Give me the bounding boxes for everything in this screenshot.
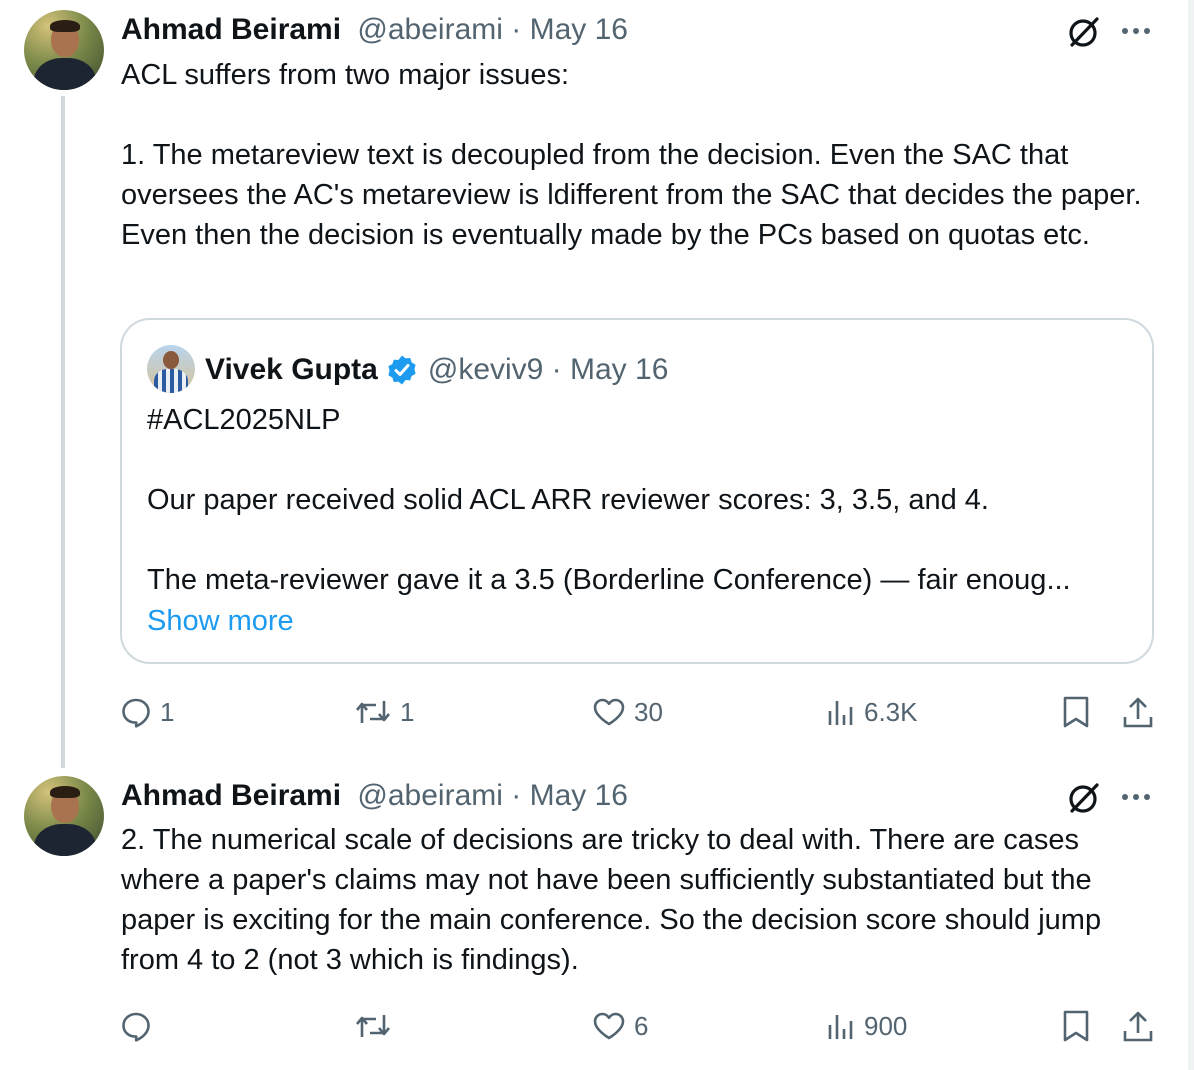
views-button[interactable]: 6.3K: [826, 692, 918, 732]
repost-icon: [354, 1011, 392, 1041]
more-icon[interactable]: [1120, 24, 1154, 43]
like-count: 6: [634, 1010, 649, 1041]
quoted-tweet[interactable]: Vivek Gupta @keviv9 · May 16 #ACL2025NLP…: [120, 318, 1154, 664]
verified-badge-icon: [386, 354, 418, 386]
avatar[interactable]: [24, 776, 104, 856]
grok-icon[interactable]: [1066, 14, 1102, 55]
tweet-header: Ahmad Beirami @abeirami · May 16: [121, 10, 628, 50]
views-icon: [826, 1011, 856, 1041]
repost-button[interactable]: 1: [354, 692, 414, 732]
bookmark-icon[interactable]: [1062, 692, 1090, 732]
repost-button[interactable]: [354, 1006, 400, 1046]
like-icon: [592, 1011, 626, 1041]
like-button[interactable]: 30: [592, 692, 663, 732]
quoted-handle-date[interactable]: @keviv9 · May 16: [428, 350, 669, 390]
handle-date[interactable]: @abeirami · May 16: [357, 13, 628, 46]
tweet-text: ACL suffers from two major issues: 1. Th…: [121, 59, 1142, 251]
right-edge: [1188, 0, 1194, 1070]
reply-button[interactable]: [120, 1006, 160, 1046]
handle-date[interactable]: @abeirami · May 16: [357, 779, 628, 812]
repost-icon: [354, 697, 392, 727]
repost-count: 1: [400, 696, 415, 727]
tweet-header: Ahmad Beirami @abeirami · May 16: [121, 776, 628, 816]
author-name[interactable]: Ahmad Beirami: [121, 13, 341, 46]
share-icon[interactable]: [1122, 692, 1154, 732]
quoted-header: Vivek Gupta @keviv9 · May 16: [205, 350, 668, 390]
quoted-avatar[interactable]: [147, 345, 195, 393]
quoted-text: #ACL2025NLP Our paper received solid ACL…: [147, 404, 1071, 596]
tweet-text: 2. The numerical scale of decisions are …: [121, 824, 1102, 976]
views-count: 6.3K: [864, 696, 918, 727]
author-name[interactable]: Ahmad Beirami: [121, 779, 341, 812]
reply-icon: [120, 696, 152, 728]
like-icon: [592, 697, 626, 727]
show-more-link[interactable]: Show more: [147, 601, 294, 641]
more-icon[interactable]: [1120, 790, 1154, 809]
views-icon: [826, 697, 856, 727]
share-icon[interactable]: [1122, 1006, 1154, 1046]
reply-button[interactable]: 1: [120, 692, 174, 732]
views-button[interactable]: 900: [826, 1006, 907, 1046]
views-count: 900: [864, 1010, 908, 1041]
like-button[interactable]: 6: [592, 1006, 648, 1046]
quoted-author-name[interactable]: Vivek Gupta: [205, 350, 378, 390]
avatar[interactable]: [24, 10, 104, 90]
thread-line: [61, 96, 65, 768]
bookmark-icon[interactable]: [1062, 1006, 1090, 1046]
like-count: 30: [634, 696, 663, 727]
reply-count: 1: [160, 696, 175, 727]
grok-icon[interactable]: [1066, 780, 1102, 821]
reply-icon: [120, 1010, 152, 1042]
